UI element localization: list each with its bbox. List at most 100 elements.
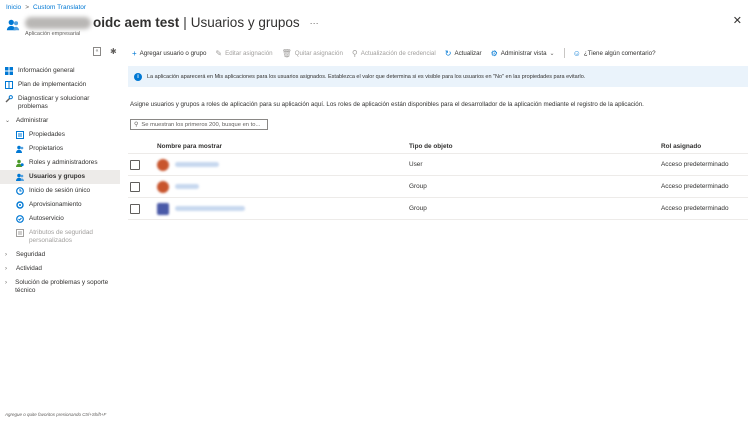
row-checkbox[interactable]: [130, 159, 140, 170]
sidebar-section-troubleshooting[interactable]: › Solución de problemas y soporte técnic…: [0, 276, 120, 298]
page-header: oidc aem test | Usuarios y grupos ··· Ap…: [6, 15, 744, 43]
sidebar-item-label: Información general: [18, 67, 75, 74]
update-credential-button[interactable]: ⚲ Actualización de credencial: [352, 49, 436, 58]
sidebar-item-owners[interactable]: Propietarios: [0, 142, 120, 156]
roles-icon: [16, 159, 24, 167]
update-credential-label: Actualización de credencial: [360, 49, 436, 57]
properties-icon: [16, 131, 24, 139]
edit-assignment-label: Editar asignación: [225, 49, 273, 57]
object-type-cell: Group: [409, 205, 427, 212]
sidebar-item-label: Atributos de seguridad personalizados: [29, 229, 93, 244]
sidebar-item-self-service[interactable]: Autoservicio: [0, 212, 120, 226]
avatar: [157, 158, 169, 171]
add-user-group-button[interactable]: + Agregar usuario o grupo: [132, 49, 206, 58]
pin-icon[interactable]: ✱: [110, 47, 117, 56]
sidebar-item-deployment-plan[interactable]: Plan de implementación: [0, 78, 120, 92]
chevron-right-icon: ›: [5, 252, 7, 258]
redacted-display-name: [175, 206, 245, 211]
row-checkbox[interactable]: [130, 203, 140, 214]
sidebar-item-label: Solución de problemas y soporte técnico: [15, 279, 109, 294]
feedback-button[interactable]: ☺ ¿Tiene algún comentario?: [573, 49, 656, 58]
table-row[interactable]: User Acceso predeterminado: [128, 154, 748, 176]
sidebar: « ✱ Información general Plan de implemen…: [0, 45, 120, 421]
sidebar-section-manage[interactable]: ⌄ Administrar: [0, 114, 120, 128]
feedback-label: ¿Tiene algún comentario?: [583, 49, 656, 57]
sidebar-item-overview[interactable]: Información general: [0, 64, 120, 78]
sidebar-item-diagnose[interactable]: Diagnosticar y solucionar problemas: [0, 92, 120, 114]
table-row[interactable]: Group Acceso predeterminado: [128, 198, 748, 220]
title-separator: |: [183, 15, 187, 30]
collapse-sidebar-button[interactable]: «: [93, 47, 101, 56]
sidebar-section-activity[interactable]: › Actividad: [0, 262, 120, 276]
sidebar-item-label: Autoservicio: [29, 215, 64, 222]
search-icon: ⚲: [134, 122, 139, 128]
object-type-cell: Group: [409, 183, 427, 190]
sidebar-item-label: Inicio de sesión único: [29, 187, 91, 194]
sidebar-item-users-groups[interactable]: Usuarios y grupos: [0, 170, 120, 184]
column-header-role[interactable]: Rol asignado: [661, 143, 748, 150]
attributes-icon: [16, 229, 24, 237]
chevron-right-icon: ›: [5, 266, 7, 272]
more-icon[interactable]: ···: [310, 18, 319, 28]
column-header-type[interactable]: Tipo de objeto: [409, 143, 661, 150]
column-header-name[interactable]: Nombre para mostrar: [157, 143, 409, 150]
page-title: oidc aem test: [93, 15, 180, 30]
chevron-right-icon: ›: [5, 280, 7, 286]
avatar: [157, 202, 169, 215]
manage-view-button[interactable]: ⚙ Administrar vista ⌄: [491, 49, 555, 58]
book-icon: [5, 81, 13, 89]
chevron-down-icon: ⌄: [5, 118, 11, 124]
assigned-role-cell: Acceso predeterminado: [661, 161, 729, 168]
gear-icon: ⚙: [490, 48, 498, 58]
sidebar-section-security[interactable]: › Seguridad: [0, 248, 120, 262]
refresh-icon: ↻: [444, 48, 452, 58]
section-title: Usuarios y grupos: [190, 15, 300, 30]
object-type-cell: User: [409, 161, 423, 168]
users-icon: [6, 19, 20, 31]
command-bar: + Agregar usuario o grupo ✎ Editar asign…: [132, 47, 746, 59]
display-name-cell[interactable]: [157, 180, 409, 193]
close-icon[interactable]: ✕: [733, 14, 742, 27]
plus-icon: +: [132, 48, 137, 58]
key-icon: ⚲: [351, 48, 358, 58]
page-description: Asigne usuarios y grupos a roles de apli…: [130, 101, 644, 108]
users-groups-table: Nombre para mostrar Tipo de objeto Rol a…: [128, 140, 748, 220]
refresh-label: Actualizar: [454, 49, 482, 57]
sidebar-item-label: Roles y administradores: [29, 159, 98, 166]
sidebar-item-provisioning[interactable]: Aprovisionamiento: [0, 198, 120, 212]
breadcrumb-home[interactable]: Inicio: [6, 4, 21, 11]
table-row[interactable]: Group Acceso predeterminado: [128, 176, 748, 198]
feedback-icon: ☺: [572, 48, 581, 58]
display-name-cell[interactable]: [157, 202, 409, 215]
table-header: Nombre para mostrar Tipo de objeto Rol a…: [128, 140, 748, 154]
self-service-icon: [16, 215, 24, 223]
sidebar-item-sso[interactable]: Inicio de sesión único: [0, 184, 120, 198]
owners-icon: [16, 145, 24, 153]
breadcrumb-custom-translator[interactable]: Custom Translator: [33, 4, 86, 11]
display-name-cell[interactable]: [157, 158, 409, 171]
trash-icon: 🗑: [281, 48, 292, 58]
toolbar-divider: [563, 48, 565, 58]
manage-view-label: Administrar vista: [500, 49, 547, 57]
search-input[interactable]: ⚲ Se muestran los primeros 200, busque e…: [130, 119, 268, 130]
redacted-display-name: [175, 184, 199, 189]
row-checkbox[interactable]: [130, 181, 140, 192]
remove-assignment-button[interactable]: 🗑 Quitar asignación: [282, 49, 343, 58]
remove-assignment-label: Quitar asignación: [294, 49, 343, 57]
add-user-group-label: Agregar usuario o grupo: [139, 49, 207, 57]
wrench-icon: [5, 95, 13, 103]
sidebar-item-roles-admins[interactable]: Roles y administradores: [0, 156, 120, 170]
sidebar-item-custom-security-attributes[interactable]: Atributos de seguridad personalizados: [0, 226, 120, 248]
breadcrumb-separator: >: [25, 4, 29, 11]
sidebar-item-label: Propietarios: [29, 145, 64, 152]
sidebar-item-label: Seguridad: [16, 251, 46, 258]
sidebar-item-properties[interactable]: Propiedades: [0, 128, 120, 142]
assigned-role-cell: Acceso predeterminado: [661, 205, 729, 212]
edit-assignment-button[interactable]: ✎ Editar asignación: [215, 49, 272, 58]
breadcrumb: Inicio > Custom Translator: [6, 4, 86, 11]
refresh-button[interactable]: ↻ Actualizar: [445, 49, 482, 58]
page-subtitle: Aplicación empresarial: [25, 31, 81, 37]
redacted-display-name: [175, 162, 219, 167]
sidebar-item-label: Usuarios y grupos: [29, 173, 86, 180]
info-icon: i: [134, 72, 142, 81]
